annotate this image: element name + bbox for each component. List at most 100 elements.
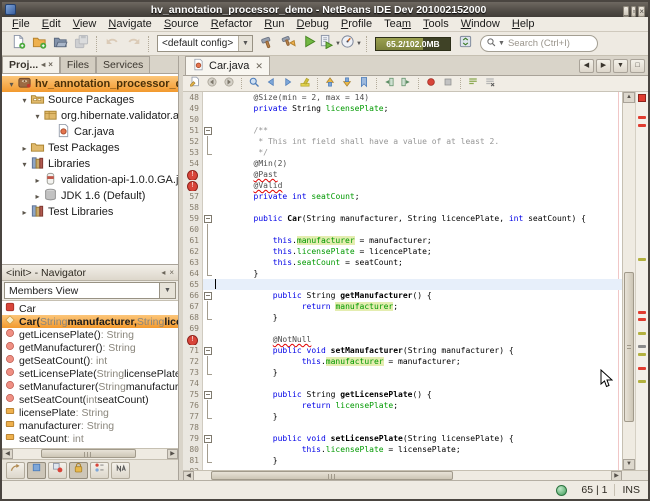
error-stripe-mark[interactable] [638, 124, 646, 127]
fold-start[interactable] [203, 125, 213, 136]
left-tab-services[interactable]: Services [96, 56, 150, 73]
fold-start[interactable] [203, 389, 213, 400]
next-bookmark-button[interactable] [339, 77, 355, 91]
tab-close-icon[interactable]: ✕ [255, 61, 263, 72]
error-stripe-mark[interactable] [638, 311, 646, 314]
tree-item-hv-annotation-processor-demo[interactable]: ▾ hv_annotation_processor_demo [2, 76, 178, 92]
memory-meter[interactable]: 65.2/102.0MB [375, 37, 451, 51]
show-non-public-button[interactable] [69, 462, 88, 479]
scroll-left-icon[interactable]: ◀ [183, 471, 194, 481]
document-list-button[interactable]: ▼ [613, 59, 628, 73]
error-stripe-mark[interactable] [638, 318, 646, 321]
error-stripe-mark[interactable] [638, 258, 646, 261]
expander-icon[interactable]: ▸ [32, 192, 43, 201]
new-project-button[interactable] [29, 34, 49, 54]
menu-profile[interactable]: Profile [335, 18, 378, 30]
code-line-53[interactable]: 53 */ [183, 147, 622, 158]
tree-item-car-java[interactable]: Car.java [2, 124, 178, 140]
member-item[interactable]: Car [2, 302, 178, 315]
menu-source[interactable]: Source [158, 18, 205, 30]
uncomment-button[interactable] [482, 77, 498, 91]
code-line-68[interactable]: 68 } [183, 312, 622, 323]
show-fields-button[interactable] [27, 462, 46, 479]
tree-item-validation-api-1-0-0-ga-jar[interactable]: ▸ validation-api-1.0.0.GA.jar [2, 172, 178, 188]
navigator-minimize-icon[interactable]: ◂ [161, 269, 165, 277]
fold-start[interactable] [203, 433, 213, 444]
profile-project-button[interactable]: ▼ [341, 34, 361, 54]
tree-item-jdk-1-6--default-[interactable]: ▸ JDK 1.6 (Default) [2, 188, 178, 204]
back-button[interactable] [204, 77, 220, 91]
clean-build-button[interactable] [278, 34, 298, 54]
code-line-71[interactable]: 71 public void setManufacturer(String ma… [183, 345, 622, 356]
menu-navigate[interactable]: Navigate [102, 18, 157, 30]
window-restore-button[interactable]: ▫ [631, 6, 636, 17]
code-line-64[interactable]: 64 } [183, 268, 622, 279]
scroll-down-icon[interactable]: ▼ [623, 459, 635, 470]
start-macro-button[interactable] [423, 77, 439, 91]
find-previous-button[interactable] [263, 77, 279, 91]
editor-vertical-scrollbar[interactable]: ▲ ▼ [622, 92, 635, 470]
panel-minimize-icon[interactable]: ◂ [41, 61, 45, 69]
garbage-collect-button[interactable] [455, 34, 475, 54]
member-item[interactable]: setManufacturer(String manufacturer) [2, 380, 178, 393]
sort-alpha-button[interactable] [111, 462, 130, 479]
config-selector[interactable]: <default config>▼ [157, 35, 253, 52]
vertical-scroll-thumb[interactable] [624, 272, 634, 422]
code-line-82[interactable]: 82 [183, 466, 622, 470]
menu-help[interactable]: Help [506, 18, 541, 30]
code-line-60[interactable]: 60 [183, 224, 622, 235]
tree-item-source-packages[interactable]: ▾ Source Packages [2, 92, 178, 108]
error-stripe-mark[interactable] [638, 116, 646, 119]
scroll-up-icon[interactable]: ▲ [623, 92, 635, 103]
search-input[interactable]: ▼Search (Ctrl+I) [480, 35, 598, 52]
menu-tools[interactable]: Tools [417, 18, 455, 30]
run-project-button[interactable] [299, 34, 319, 54]
code-line-73[interactable]: 73 } [183, 367, 622, 378]
forward-button[interactable] [221, 77, 237, 91]
code-line-80[interactable]: 80 this.licensePlate = licensePlate; [183, 444, 622, 455]
member-item[interactable]: manufacturer : String [2, 419, 178, 432]
code-line-74[interactable]: 74 [183, 378, 622, 389]
previous-bookmark-button[interactable] [322, 77, 338, 91]
code-line-52[interactable]: 52 * This int field shall have a value o… [183, 136, 622, 147]
error-stripe[interactable] [635, 92, 648, 470]
menu-refactor[interactable]: Refactor [205, 18, 259, 30]
show-inherited-button[interactable] [6, 462, 25, 479]
code-line-66[interactable]: 66 public String getManufacturer() { [183, 290, 622, 301]
code-line-69[interactable]: 69 [183, 323, 622, 334]
code-line-57[interactable]: 57 private int seatCount; [183, 191, 622, 202]
code-line-81[interactable]: 81 } [183, 455, 622, 466]
expander-icon[interactable]: ▾ [19, 160, 30, 169]
toggle-highlight-button[interactable] [297, 77, 313, 91]
code-line-62[interactable]: 62 this.licensePlate = licencePlate; [183, 246, 622, 257]
member-item[interactable]: seatCount : int [2, 432, 178, 445]
last-edit-button[interactable] [187, 77, 203, 91]
tree-item-test-libraries[interactable]: ▸ Test Libraries [2, 204, 178, 220]
left-tab-files[interactable]: Files [60, 56, 96, 73]
code-line-61[interactable]: 61 this.manufacturer = manufacturer; [183, 235, 622, 246]
scroll-tabs-right-button[interactable]: ▶ [596, 59, 611, 73]
member-item[interactable]: Car(String manufacturer, String licenceP… [2, 315, 178, 328]
member-item[interactable]: setSeatCount(int seatCount) [2, 393, 178, 406]
code-line-49[interactable]: 49 private String licensePlate; [183, 103, 622, 114]
editor-horizontal-scrollbar[interactable]: ◀ ▶ [183, 470, 648, 480]
code-line-51[interactable]: 51 /** [183, 125, 622, 136]
expander-icon[interactable]: ▾ [6, 80, 17, 89]
member-item[interactable]: getManufacturer() : String [2, 341, 178, 354]
expander-icon[interactable]: ▸ [32, 176, 43, 185]
expander-icon[interactable]: ▸ [19, 208, 30, 217]
menu-run[interactable]: Run [258, 18, 290, 30]
comment-button[interactable] [465, 77, 481, 91]
scroll-tabs-left-button[interactable]: ◀ [579, 59, 594, 73]
code-line[interactable]: @Valid [183, 180, 622, 191]
open-project-button[interactable] [50, 34, 70, 54]
tree-item-org-hibernate-validator-ap-demo[interactable]: ▾ org.hibernate.validator.ap.demo [2, 108, 178, 124]
menu-window[interactable]: Window [455, 18, 506, 30]
maximize-editor-button[interactable]: □ [630, 59, 645, 73]
tree-item-libraries[interactable]: ▾ Libraries [2, 156, 178, 172]
code-view[interactable]: 48 @Size(min = 2, max = 14)49 private St… [183, 92, 622, 470]
debug-project-button[interactable]: ▼ [320, 34, 340, 54]
member-item[interactable]: licensePlate : String [2, 406, 178, 419]
code-line-77[interactable]: 77 } [183, 411, 622, 422]
code-line-78[interactable]: 78 [183, 422, 622, 433]
